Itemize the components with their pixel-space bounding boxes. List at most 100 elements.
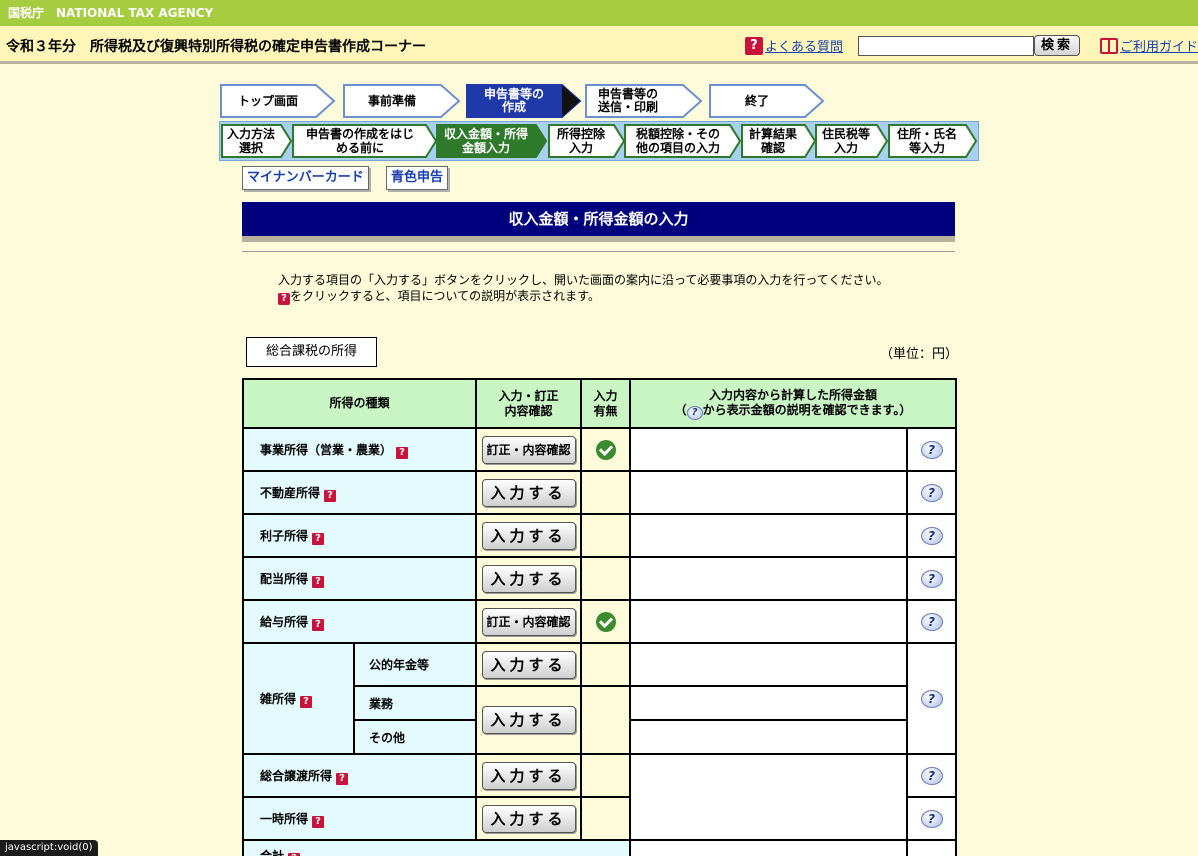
row-label-text: 事業所得（営業・農業） <box>260 442 393 457</box>
help-icon[interactable]: ? <box>920 612 943 631</box>
substep-label: 入力方法 選択 <box>226 127 275 155</box>
unit-label: （単位：円） <box>880 347 959 362</box>
enter-button[interactable]: 入力する <box>481 706 576 734</box>
entry-cell: 訂正・内容確認 <box>475 599 583 644</box>
table-row: 利子所得? 入力する ? <box>241 513 958 558</box>
question-icon[interactable]: ? <box>312 575 325 588</box>
tab-general-taxation[interactable]: 総合課税の所得 <box>246 337 377 367</box>
help-cell: ? <box>906 427 958 472</box>
table-row: 給与所得? 訂正・内容確認 ? <box>241 599 958 644</box>
help-icon[interactable]: ? <box>920 440 943 459</box>
enter-button[interactable]: 入力する <box>481 804 576 833</box>
entry-cell: 入力する <box>475 753 583 798</box>
question-icon: ? <box>745 36 763 55</box>
step-create[interactable]: 申告書等の 作成 <box>466 84 582 118</box>
col-amount-line-1: 入力内容から計算した所得金額 <box>709 387 878 402</box>
amount-cell <box>629 599 909 644</box>
status-cell <box>580 753 632 798</box>
faq-link[interactable]: ? よくある質問 <box>745 36 843 55</box>
row-label: 配当所得? <box>241 556 478 601</box>
help-icon[interactable]: ? <box>920 483 943 502</box>
help-icon[interactable]: ? <box>920 766 943 785</box>
substep-label: 申告書の作成をはじ める前に <box>305 127 414 155</box>
substep-label: 所得控除 入力 <box>556 127 605 155</box>
divider <box>242 251 955 252</box>
help-icon[interactable]: ? <box>920 526 943 545</box>
entry-cell: 入力する <box>475 470 583 515</box>
step-end[interactable]: 終了 <box>709 84 825 118</box>
blue-return-button[interactable]: 青色申告 <box>386 166 449 190</box>
faq-label[interactable]: よくある質問 <box>765 36 843 55</box>
entry-cell: 入力する <box>475 685 583 755</box>
help-cell: ? <box>906 470 958 515</box>
help-cell: ? <box>906 599 958 644</box>
enter-button[interactable]: 入力する <box>481 761 576 790</box>
substep-income[interactable]: 収入金額・所得 金額入力 <box>436 124 548 158</box>
enter-button[interactable]: 入力する <box>481 478 576 507</box>
status-cell <box>580 685 632 755</box>
question-icon[interactable]: ? <box>312 618 325 631</box>
amount-cell <box>629 427 909 472</box>
status-cell <box>580 796 632 841</box>
table-row: 雑所得? 公的年金等 入力する ? <box>242 642 958 755</box>
help-icon[interactable]: ? <box>920 809 943 828</box>
enter-button[interactable]: 入力する <box>481 650 576 679</box>
instruction-line-1: 入力する項目の「入力する」ボタンをクリックし、開いた画面の案内に沿って必要事項の… <box>278 273 889 287</box>
guide-label[interactable]: ご利用ガイド <box>1120 36 1198 55</box>
instruction-line-2: ? をクリックすると、項目についての説明が表示されます。 <box>278 288 888 305</box>
question-icon[interactable]: ? <box>300 695 313 708</box>
substep-label: 収入金額・所得 金額入力 <box>443 127 528 155</box>
row-label-text: 合計 <box>260 849 285 856</box>
question-icon[interactable]: ? <box>336 772 349 785</box>
sub-steps: 入力方法 選択 申告書の作成をはじ める前に 収入金額・所得 金額入力 所得控除… <box>219 121 979 161</box>
step-label: トップ画面 <box>237 93 298 108</box>
step-label: 終了 <box>744 93 769 108</box>
question-icon[interactable]: ? <box>312 815 325 828</box>
enter-button[interactable]: 入力する <box>481 564 576 593</box>
amount-cell <box>629 719 909 755</box>
mynumber-card-button[interactable]: マイナンバーカード <box>242 166 369 190</box>
help-icon[interactable]: ? <box>920 689 943 708</box>
search-button[interactable]: 検索 <box>1034 35 1080 56</box>
table-row: 事業所得（営業・農業）? 訂正・内容確認 ? <box>241 427 958 472</box>
step-prep[interactable]: 事前準備 <box>343 84 461 118</box>
question-icon[interactable]: ? <box>396 446 409 459</box>
status-cell <box>580 513 632 558</box>
step-top[interactable]: トップ画面 <box>220 84 336 118</box>
substep-label: 住民税等 入力 <box>821 127 870 155</box>
substep-tax-credit[interactable]: 税額控除・その 他の項目の入力 <box>624 124 742 158</box>
question-icon[interactable]: ? <box>312 532 325 545</box>
title-bar: 令和３年分 所得税及び復興特別所得税の確定申告書作成コーナー ? よくある質問 … <box>0 26 1198 64</box>
book-icon <box>1100 37 1118 54</box>
help-cell: ? <box>906 642 958 755</box>
amount-cell <box>629 556 909 601</box>
table-row: 不動産所得? 入力する ? <box>241 470 958 515</box>
income-table: 所得の種類 入力・訂正 内容確認 入力 有無 入力内容から計算した所得金額 （?… <box>241 378 958 856</box>
status-cell <box>580 427 632 472</box>
amount-cell <box>629 839 909 856</box>
substep-deduction[interactable]: 所得控除 入力 <box>548 124 626 158</box>
substep-before[interactable]: 申告書の作成をはじ める前に <box>292 124 438 158</box>
subrow-label: その他 <box>352 719 478 755</box>
col-status: 入力 有無 <box>580 378 632 429</box>
status-cell <box>580 599 632 644</box>
col-entry: 入力・訂正 内容確認 <box>475 378 583 429</box>
step-send[interactable]: 申告書等の 送信・印刷 <box>585 84 703 118</box>
substep-address[interactable]: 住所・氏名 等入力 <box>888 124 978 158</box>
search-input[interactable] <box>858 36 1034 56</box>
col-amount: 入力内容から計算した所得金額 （? から表示金額の説明を確認できます。） <box>629 378 958 429</box>
help-icon[interactable]: ? <box>920 569 943 588</box>
substep-resident-tax[interactable]: 住民税等 入力 <box>815 124 889 158</box>
enter-button[interactable]: 入力する <box>481 521 576 550</box>
row-label-text: 配当所得 <box>260 571 309 586</box>
edit-button[interactable]: 訂正・内容確認 <box>481 607 576 636</box>
question-icon[interactable]: ? <box>324 489 337 502</box>
guide-link[interactable]: ご利用ガイド <box>1100 36 1198 55</box>
section-underline <box>242 236 955 242</box>
substep-method[interactable]: 入力方法 選択 <box>221 124 293 158</box>
col-amount-paren: （ <box>674 402 687 417</box>
table-row: 配当所得? 入力する ? <box>241 556 958 601</box>
edit-button[interactable]: 訂正・内容確認 <box>481 435 576 464</box>
row-label-text: 不動産所得 <box>260 485 321 500</box>
substep-result[interactable]: 計算結果 確認 <box>741 124 817 158</box>
